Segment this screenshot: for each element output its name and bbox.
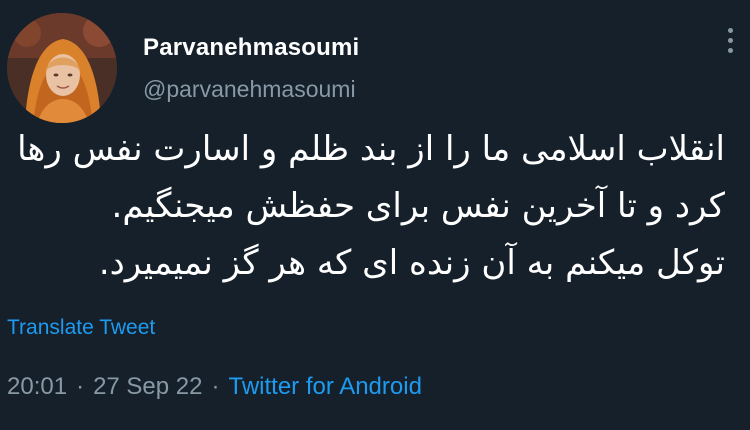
more-vertical-icon[interactable]	[722, 28, 738, 58]
tweet-text-line: انقلاب اسلامی ما را از بند ظلم و اسارت ن…	[17, 129, 725, 169]
translate-tweet-link[interactable]: Translate Tweet	[7, 316, 155, 340]
tweet-date[interactable]: 27 Sep 22	[93, 373, 202, 400]
tweet-source-link[interactable]: Twitter for Android	[229, 373, 422, 400]
display-name[interactable]: Parvanehmasoumi	[143, 34, 359, 62]
tweet-time: 20:01	[7, 373, 68, 400]
tweet-text: انقلاب اسلامی ما را از بند ظلم و اسارت ن…	[17, 121, 725, 292]
tweet-text-line: کرد و تا آخرین نفس برای حفظش میجنگیم.	[111, 186, 725, 226]
tweet-text-line: توکل میکنم به آن زنده ای که هر گز نمیمیر…	[98, 243, 725, 283]
meta-separator: ·	[76, 373, 85, 400]
profile-photo	[7, 13, 117, 123]
meta-separator: ·	[211, 373, 220, 400]
user-handle[interactable]: @parvanehmasoumi	[143, 76, 356, 103]
tweet-card: Parvanehmasoumi @parvanehmasoumi انقلاب …	[0, 0, 750, 430]
avatar[interactable]	[7, 13, 117, 123]
tweet-meta: 20:01 · 27 Sep 22 · Twitter for Android	[7, 373, 422, 401]
